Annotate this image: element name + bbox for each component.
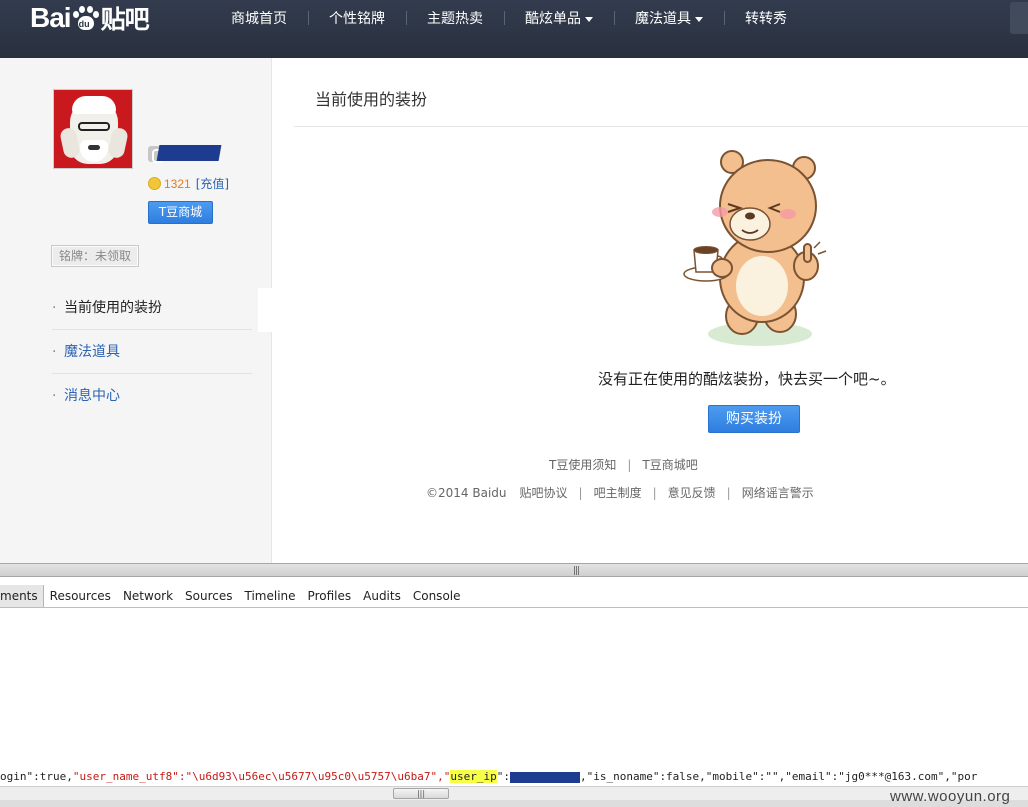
tab-resources[interactable]: Resources [44, 585, 117, 607]
console-seg: ogin":true, [0, 770, 73, 783]
logo-bai: Bai [30, 2, 72, 33]
sidebar: 1321 [充值] T豆商城 铭牌：未领取 当前使用的装扮 魔法道具 消息中心 [0, 58, 272, 563]
sidebar-item-magic-props[interactable]: 魔法道具 [52, 330, 252, 374]
redacted-ip [509, 771, 580, 783]
logo-tieba: 贴吧 [100, 5, 150, 34]
tab-network[interactable]: Network [117, 585, 179, 607]
console-seg: ,"is_noname":false,"mobile":"","email":"… [579, 770, 978, 783]
footer-link-tdou-bar[interactable]: T豆商城吧 [642, 458, 697, 472]
watermark: www.wooyun.org [890, 788, 1011, 805]
horizontal-scrollbar[interactable]: ||| [0, 786, 1028, 800]
footer-separator: | [627, 458, 632, 472]
console-key: "user_name_utf8" [72, 770, 179, 783]
copyright: ©2014 Baidu [426, 486, 507, 500]
redacted-username [156, 145, 222, 161]
nav-item-mall-home[interactable]: 商城首页 [210, 8, 308, 28]
tab-profiles[interactable]: Profiles [302, 585, 358, 607]
footer-link-moderator-rules[interactable]: 吧主制度 [594, 486, 642, 500]
empty-state-message: 没有正在使用的酷炫装扮，快去买一个吧~。 [598, 370, 896, 388]
main-nav: 商城首页 个性铭牌 主题热卖 酷炫单品 魔法道具 转转秀 [210, 0, 808, 36]
avatar[interactable] [53, 89, 133, 169]
footer-separator: | [652, 486, 657, 500]
nav-item-theme-sale[interactable]: 主题热卖 [406, 8, 504, 28]
coin-balance: 1321 [充值] [148, 175, 229, 192]
console-seg: ": [496, 770, 510, 783]
footer-links-row1: T豆使用须知 | T豆商城吧 [549, 456, 698, 473]
tab-console[interactable]: Console [407, 585, 467, 607]
nav-label: 主题热卖 [427, 11, 483, 27]
footer-link-agreement[interactable]: 贴吧协议 [520, 486, 568, 500]
buy-outfit-button[interactable]: 购买装扮 [708, 405, 800, 433]
grip-icon: ||| [573, 566, 580, 576]
tdou-shop-button[interactable]: T豆商城 [148, 201, 213, 224]
title-divider [294, 126, 1028, 127]
console-value: :"\u6d93\u56ec\u5677\u95c0\u5757\u6ba7",… [178, 770, 451, 783]
scrollbar-thumb[interactable]: ||| [393, 788, 449, 799]
devtools-resize-handle[interactable]: ||| [0, 563, 1028, 577]
tab-audits[interactable]: Audits [357, 585, 407, 607]
footer-link-rumor-warning[interactable]: 网络谣言警示 [742, 486, 814, 500]
chevron-down-icon [695, 16, 703, 22]
nav-label: 魔法道具 [635, 11, 691, 27]
footer-link-tdou-rules[interactable]: T豆使用须知 [549, 458, 616, 472]
baidu-paw-icon: du [72, 5, 100, 31]
nav-item-zhuanzhuan-show[interactable]: 转转秀 [724, 8, 808, 28]
devtools-panel[interactable]: ogin":true,"user_name_utf8":"\u6d93\u56e… [0, 608, 1028, 786]
sidebar-item-label: 消息中心 [64, 388, 120, 404]
badge-status: 铭牌：未领取 [51, 245, 139, 267]
nav-item-cool-items[interactable]: 酷炫单品 [504, 8, 614, 28]
coin-count: 1321 [164, 176, 191, 191]
nav-item-magic-props[interactable]: 魔法道具 [614, 8, 724, 28]
tab-elements[interactable]: ments [0, 584, 44, 607]
chevron-down-icon [585, 16, 593, 22]
sidebar-item-message-center[interactable]: 消息中心 [52, 374, 252, 418]
sidebar-item-label: 魔法道具 [64, 344, 120, 360]
console-output-line: ogin":true,"user_name_utf8":"\u6d93\u56e… [0, 770, 977, 783]
recharge-link[interactable]: [充值] [196, 175, 229, 192]
active-tab-connector [258, 288, 272, 332]
tab-timeline[interactable]: Timeline [239, 585, 302, 607]
nav-item-personal-badge[interactable]: 个性铭牌 [308, 8, 406, 28]
nav-label: 酷炫单品 [525, 11, 581, 27]
page-title: 当前使用的装扮 [315, 90, 428, 109]
footer-separator: | [578, 486, 583, 500]
baidu-tieba-logo[interactable]: Bai du 贴吧 [30, 0, 150, 36]
nav-label: 商城首页 [231, 11, 287, 27]
header-user-button[interactable] [1010, 2, 1028, 34]
status-strip [0, 800, 1028, 807]
sidebar-menu: 当前使用的装扮 魔法道具 消息中心 [52, 286, 252, 418]
coin-icon [148, 177, 161, 190]
footer-links-row2: ©2014 Baidu 贴吧协议 | 吧主制度 | 意见反馈 | 网络谣言警示 [426, 484, 814, 501]
sidebar-item-current-outfit[interactable]: 当前使用的装扮 [52, 286, 252, 330]
devtools-tab-bar: ments Resources Network Sources Timeline… [0, 584, 1028, 608]
sidebar-item-label: 当前使用的装扮 [64, 300, 162, 316]
devtools-gap [0, 577, 1028, 584]
nav-label: 个性铭牌 [329, 11, 385, 27]
logo-du: du [78, 19, 90, 29]
bear-mascot-illustration [683, 150, 827, 346]
highlighted-user-ip-key: user_ip [450, 770, 497, 783]
top-nav-bar: Bai du 贴吧 商城首页 个性铭牌 主题热卖 酷炫单品 魔法道具 转转秀 [0, 0, 1028, 58]
footer-link-feedback[interactable]: 意见反馈 [668, 486, 716, 500]
footer-separator: | [726, 486, 731, 500]
nav-label: 转转秀 [745, 11, 787, 27]
tab-sources[interactable]: Sources [179, 585, 238, 607]
